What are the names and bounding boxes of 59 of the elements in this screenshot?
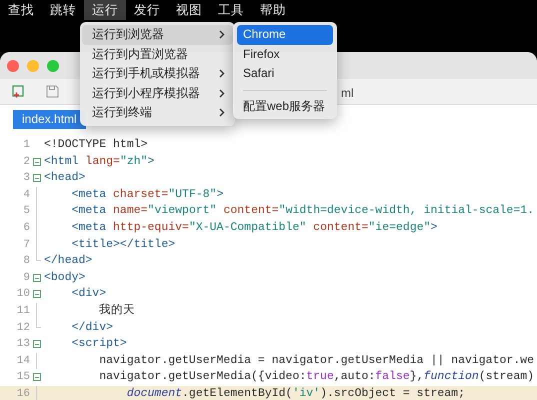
line-number: 16 <box>16 386 30 400</box>
code-line: document.getElementById('iv').srcObject = stream; <box>126 386 465 400</box>
code-line: <div> <box>70 286 106 302</box>
code-line: <!DOCTYPE html> <box>44 137 148 153</box>
code-line: 我的天 <box>98 302 136 319</box>
menu-item[interactable]: 运行到浏览器 <box>82 25 233 44</box>
maximize-button[interactable] <box>47 60 59 72</box>
line-number: 13 <box>16 337 30 352</box>
fold-icon[interactable] <box>33 373 41 382</box>
menu-item[interactable]: 视图 <box>168 0 210 20</box>
code-line: <title></title> <box>70 236 176 253</box>
chevron-icon <box>219 69 225 78</box>
line-number: 8 <box>22 254 30 270</box>
menu-item[interactable]: 配置web服务器 <box>237 96 333 116</box>
menu-item[interactable]: Firefox <box>237 44 333 64</box>
code-line: navigator.getUserMedia({video:true,auto:false},function(stream) <box>98 369 534 386</box>
line-number: 10 <box>16 287 30 302</box>
fold-icon[interactable] <box>33 340 41 348</box>
code-line: <meta charset="UTF-8"> <box>70 186 224 203</box>
menu-item[interactable]: Chrome <box>237 25 333 44</box>
code-line: <head> <box>44 170 86 186</box>
code-line: <script> <box>70 336 127 352</box>
line-number: 15 <box>16 370 30 386</box>
line-number: 1 <box>22 138 30 153</box>
chevron-icon <box>219 108 225 118</box>
save-icon[interactable] <box>46 85 59 98</box>
code-line: <html lang="zh"> <box>44 154 154 170</box>
file-tab[interactable]: index.html <box>13 110 86 129</box>
chevron-icon <box>219 88 225 98</box>
menu-item[interactable]: 帮助 <box>252 0 294 20</box>
line-number: 12 <box>16 320 30 336</box>
line-number: 7 <box>22 238 30 253</box>
line-number: 5 <box>22 204 30 220</box>
menu-item[interactable]: 发行 <box>126 0 168 20</box>
line-number: 11 <box>16 304 30 319</box>
line-number: 3 <box>22 171 30 186</box>
line-number: 9 <box>22 270 30 286</box>
menu-item[interactable]: 运行到内置浏览器 <box>82 44 233 64</box>
menu-item[interactable]: 工具 <box>210 0 252 20</box>
menu-item[interactable]: Safari <box>237 64 333 84</box>
code-line: <meta name="viewport" content="width=device-width, initial-scale=1. <box>70 203 534 220</box>
window-title: ml <box>341 85 354 102</box>
new-file-icon[interactable] <box>12 84 25 98</box>
code-line: <meta http-equiv="X-UA-Compatible" content="ie=edge"> <box>70 220 438 236</box>
code-line: </head> <box>44 253 92 270</box>
menu-item[interactable]: 查找 <box>0 0 42 20</box>
menu-item[interactable]: 运行 <box>84 0 126 20</box>
line-number: 6 <box>22 220 30 236</box>
menu-item[interactable]: 运行到手机或模拟器 <box>82 64 233 84</box>
code-line: <body> <box>44 270 86 286</box>
menu-item[interactable]: 运行到小程序模拟器 <box>82 84 233 103</box>
line-number: 14 <box>16 354 30 369</box>
code-line: </div> <box>70 320 114 336</box>
close-button[interactable] <box>7 60 19 72</box>
line-number: 4 <box>22 188 30 203</box>
line-number: 2 <box>22 154 30 170</box>
menu-item[interactable]: 跳转 <box>42 0 84 20</box>
code-line: navigator.getUserMedia = navigator.getUserMedia || navigator.we <box>98 352 534 369</box>
chevron-icon <box>219 30 225 40</box>
